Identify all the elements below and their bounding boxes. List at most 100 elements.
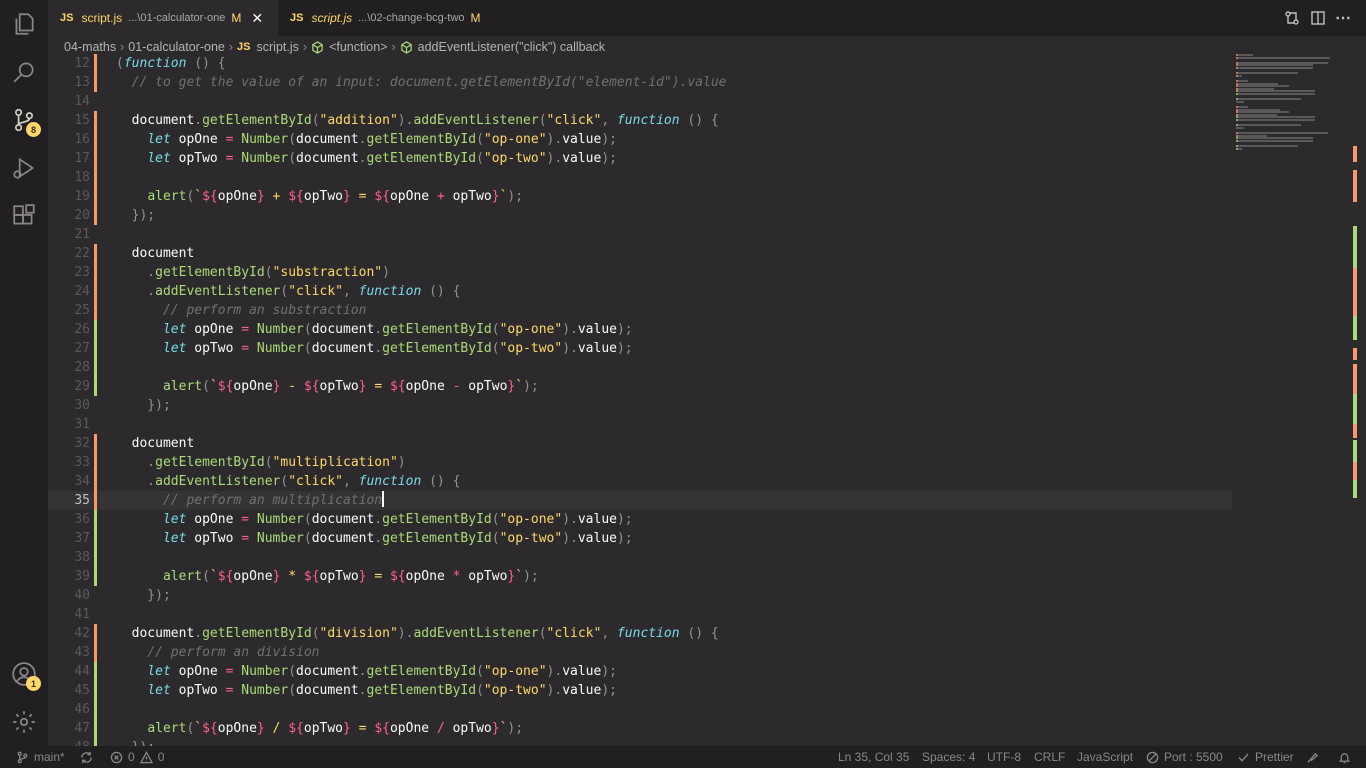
gutter-added-marker[interactable] <box>94 358 97 377</box>
gutter-modified-marker[interactable] <box>94 111 97 130</box>
notifications-bell-icon[interactable] <box>1338 746 1356 768</box>
code-line[interactable]: 25 // perform an substraction <box>48 301 1232 320</box>
code-line[interactable]: 36 let opOne = Number(document.getElemen… <box>48 510 1232 529</box>
code-line[interactable]: 41 <box>48 605 1232 624</box>
gutter-modified-marker[interactable] <box>94 624 97 643</box>
problems-indicator[interactable]: 0 0 <box>110 746 164 768</box>
tab-script-change-bcg-two[interactable]: JS script.js ...\02-change-bcg-two M <box>278 0 498 36</box>
code-line[interactable]: 32 document <box>48 434 1232 453</box>
breadcrumb-file[interactable]: script.js <box>257 40 299 54</box>
gutter-added-marker[interactable] <box>94 681 97 700</box>
code-line[interactable]: 44 let opOne = Number(document.getElemen… <box>48 662 1232 681</box>
code-line[interactable]: 31 <box>48 415 1232 434</box>
code-line[interactable]: 33 .getElementById("multiplication") <box>48 453 1232 472</box>
code-line[interactable]: 22 document <box>48 244 1232 263</box>
search-icon[interactable] <box>0 48 48 96</box>
run-debug-icon[interactable] <box>0 144 48 192</box>
settings-gear-icon[interactable] <box>0 698 48 746</box>
gutter-modified-marker[interactable] <box>94 73 97 92</box>
gutter-added-marker[interactable] <box>94 510 97 529</box>
gutter-modified-marker[interactable] <box>94 149 97 168</box>
code-line[interactable]: 30 }); <box>48 396 1232 415</box>
code-line[interactable]: 16 let opOne = Number(document.getElemen… <box>48 130 1232 149</box>
code-line[interactable]: 21 <box>48 225 1232 244</box>
gutter-added-marker[interactable] <box>94 320 97 339</box>
code-line[interactable]: 17 let opTwo = Number(document.getElemen… <box>48 149 1232 168</box>
gutter-modified-marker[interactable] <box>94 643 97 662</box>
gutter-modified-marker[interactable] <box>94 206 97 225</box>
gutter-added-marker[interactable] <box>94 339 97 358</box>
gutter-added-marker[interactable] <box>94 377 97 396</box>
encoding[interactable]: UTF-8 <box>987 746 1021 768</box>
code-line[interactable]: 15 document.getElementById("addition").a… <box>48 111 1232 130</box>
gutter-modified-marker[interactable] <box>94 263 97 282</box>
code-line[interactable]: 34 .addEventListener("click", function (… <box>48 472 1232 491</box>
breadcrumb-symbol[interactable]: addEventListener("click") callback <box>418 40 605 54</box>
code-line[interactable]: 29 alert(`${opOne} - ${opTwo} = ${opOne … <box>48 377 1232 396</box>
gutter-added-marker[interactable] <box>94 662 97 681</box>
minimap[interactable] <box>1232 54 1352 174</box>
code-line[interactable]: 20 }); <box>48 206 1232 225</box>
gutter-added-marker[interactable] <box>94 567 97 586</box>
gutter-added-marker[interactable] <box>94 700 97 719</box>
code-line[interactable]: 28 <box>48 358 1232 377</box>
code-line[interactable]: 19 alert(`${opOne} + ${opTwo} = ${opOne … <box>48 187 1232 206</box>
gutter-modified-marker[interactable] <box>94 491 97 510</box>
gutter-modified-marker[interactable] <box>94 453 97 472</box>
git-branch[interactable]: main* <box>16 746 65 768</box>
breadcrumb-folder[interactable]: 01-calculator-one <box>128 40 225 54</box>
gutter-modified-marker[interactable] <box>94 168 97 187</box>
code-line[interactable]: 47 alert(`${opOne} / ${opTwo} = ${opOne … <box>48 719 1232 738</box>
live-server-port[interactable]: Port : 5500 <box>1146 746 1223 768</box>
gutter-modified-marker[interactable] <box>94 244 97 263</box>
tab-script-calculator-one[interactable]: JS script.js ...\01-calculator-one M ✕ <box>48 0 278 36</box>
more-actions-icon[interactable]: ⋯ <box>1333 8 1353 28</box>
gutter-modified-marker[interactable] <box>94 130 97 149</box>
source-control-icon[interactable]: 8 <box>0 96 48 144</box>
code-line[interactable]: 37 let opTwo = Number(document.getElemen… <box>48 529 1232 548</box>
code-line[interactable]: 14 <box>48 92 1232 111</box>
code-line[interactable]: 39 alert(`${opOne} * ${opTwo} = ${opOne … <box>48 567 1232 586</box>
split-editor-icon[interactable] <box>1308 8 1328 28</box>
breadcrumb-symbol[interactable]: <function> <box>329 40 387 54</box>
language-mode[interactable]: JavaScript <box>1077 746 1133 768</box>
extensions-icon[interactable] <box>0 192 48 240</box>
breadcrumb-folder[interactable]: 04-maths <box>64 40 116 54</box>
indentation[interactable]: Spaces: 4 <box>922 746 975 768</box>
code-line[interactable]: 27 let opTwo = Number(document.getElemen… <box>48 339 1232 358</box>
code-line[interactable]: 35 // perform an multiplication <box>48 491 1232 510</box>
close-tab-icon[interactable]: ✕ <box>251 10 263 27</box>
sync-icon[interactable] <box>80 746 98 768</box>
gutter-modified-marker[interactable] <box>94 472 97 491</box>
code-line[interactable]: 13 // to get the value of an input: docu… <box>48 73 1232 92</box>
code-line[interactable]: 46 <box>48 700 1232 719</box>
code-line[interactable]: 38 <box>48 548 1232 567</box>
gutter-added-marker[interactable] <box>94 738 97 746</box>
code-line[interactable]: 43 // perform an division <box>48 643 1232 662</box>
open-changes-icon[interactable] <box>1282 8 1302 28</box>
code-line[interactable]: 24 .addEventListener("click", function (… <box>48 282 1232 301</box>
explorer-icon[interactable] <box>0 0 48 48</box>
cursor-position[interactable]: Ln 35, Col 35 <box>838 746 909 768</box>
gutter-modified-marker[interactable] <box>94 301 97 320</box>
gutter-added-marker[interactable] <box>94 548 97 567</box>
code-editor[interactable]: 12 (function () {13 // to get the value o… <box>48 54 1366 746</box>
editor-scrollbar[interactable] <box>1352 54 1366 746</box>
code-line[interactable]: 48 }); <box>48 738 1232 746</box>
code-line[interactable]: 42 document.getElementById("division").a… <box>48 624 1232 643</box>
code-line[interactable]: 23 .getElementById("substraction") <box>48 263 1232 282</box>
feedback-icon[interactable] <box>1306 746 1324 768</box>
gutter-added-marker[interactable] <box>94 719 97 738</box>
code-line[interactable]: 18 <box>48 168 1232 187</box>
gutter-added-marker[interactable] <box>94 529 97 548</box>
line-ending[interactable]: CRLF <box>1034 746 1065 768</box>
gutter-modified-marker[interactable] <box>94 187 97 206</box>
prettier-status[interactable]: Prettier <box>1237 746 1294 768</box>
code-line[interactable]: 26 let opOne = Number(document.getElemen… <box>48 320 1232 339</box>
accounts-icon[interactable]: 1 <box>0 650 48 698</box>
code-line[interactable]: 12 (function () { <box>48 54 1232 73</box>
gutter-modified-marker[interactable] <box>94 434 97 453</box>
gutter-modified-marker[interactable] <box>94 282 97 301</box>
gutter-modified-marker[interactable] <box>94 54 97 73</box>
code-line[interactable]: 40 }); <box>48 586 1232 605</box>
